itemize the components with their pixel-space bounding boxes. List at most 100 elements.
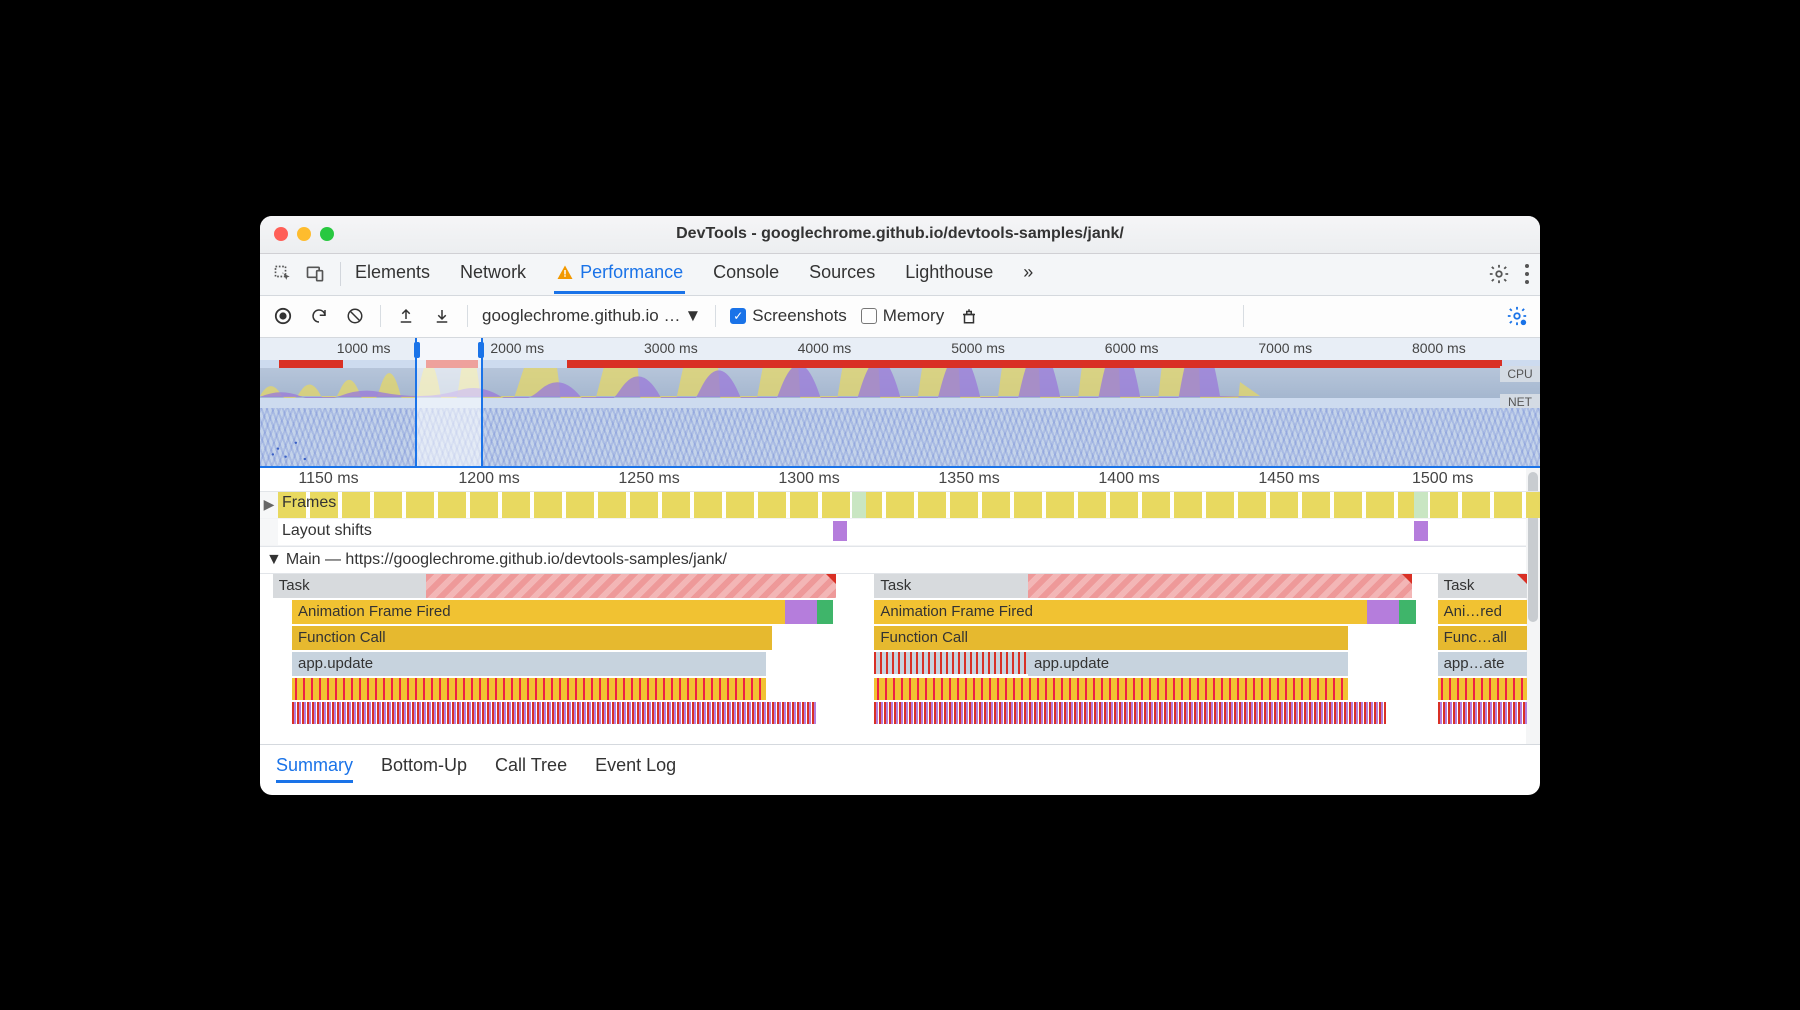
layout-shifts-track[interactable]: Layout shifts bbox=[260, 519, 1540, 546]
main-thread-flame[interactable]: Task Animation Frame Fired Function Call… bbox=[260, 574, 1540, 744]
detail-tick: 1200 ms bbox=[458, 470, 519, 488]
flame-layout[interactable] bbox=[1367, 600, 1399, 624]
details-tabs: Summary Bottom-Up Call Tree Event Log bbox=[260, 744, 1540, 795]
memory-label: Memory bbox=[883, 306, 944, 326]
long-task-warning-icon bbox=[1402, 574, 1412, 584]
screenshots-toggle[interactable]: ✓ Screenshots bbox=[730, 306, 847, 326]
reload-record-button[interactable] bbox=[308, 305, 330, 327]
flame-function-call[interactable]: Function Call bbox=[292, 626, 772, 650]
flame-animation-frame[interactable]: Animation Frame Fired bbox=[874, 600, 1367, 624]
overview-timeline[interactable]: 1000 ms 2000 ms 3000 ms 4000 ms 5000 ms … bbox=[260, 338, 1540, 468]
close-icon[interactable] bbox=[274, 227, 288, 241]
chevron-down-icon: ▼ bbox=[684, 306, 701, 326]
kebab-menu-icon[interactable] bbox=[1524, 263, 1530, 285]
detail-tick: 1300 ms bbox=[778, 470, 839, 488]
flame-task-long[interactable] bbox=[1028, 574, 1412, 598]
flame-app-update[interactable]: app…ate bbox=[1438, 652, 1528, 676]
detail-tick: 1400 ms bbox=[1098, 470, 1159, 488]
tab-event-log[interactable]: Event Log bbox=[595, 755, 676, 783]
checkbox-checked-icon[interactable]: ✓ bbox=[730, 308, 746, 324]
panel-tab-list: Elements Network Performance Console Sou… bbox=[353, 254, 1035, 294]
flame-microtasks[interactable] bbox=[292, 702, 817, 724]
tab-console[interactable]: Console bbox=[711, 254, 781, 294]
flame-microtasks[interactable] bbox=[1438, 702, 1528, 724]
overview-selection[interactable] bbox=[415, 338, 483, 466]
settings-icon[interactable] bbox=[1488, 263, 1510, 285]
detail-tick: 1150 ms bbox=[298, 470, 358, 488]
flame-microtasks[interactable] bbox=[1438, 678, 1528, 700]
flame-microtasks[interactable] bbox=[292, 678, 766, 700]
separator bbox=[467, 305, 468, 327]
inspect-element-icon[interactable] bbox=[270, 261, 296, 287]
flame-function-call[interactable]: Function Call bbox=[874, 626, 1348, 650]
record-button[interactable] bbox=[272, 305, 294, 327]
overview-tick: 2000 ms bbox=[490, 340, 544, 356]
tab-performance-label: Performance bbox=[580, 262, 683, 283]
flame-chart[interactable]: 1150 ms 1200 ms 1250 ms 1300 ms 1350 ms … bbox=[260, 468, 1540, 744]
selection-handle-left[interactable] bbox=[414, 342, 420, 358]
flame-app-update[interactable]: app.update bbox=[292, 652, 766, 676]
detail-tick: 1500 ms bbox=[1412, 470, 1473, 488]
overview-tick: 1000 ms bbox=[337, 340, 391, 356]
warning-icon bbox=[556, 264, 574, 282]
long-task-warning-icon bbox=[826, 574, 836, 584]
selection-handle-right[interactable] bbox=[478, 342, 484, 358]
flame-task[interactable]: Task bbox=[874, 574, 1028, 598]
flame-task-long[interactable] bbox=[426, 574, 836, 598]
screenshots-label: Screenshots bbox=[752, 306, 847, 326]
minimize-icon[interactable] bbox=[297, 227, 311, 241]
main-thread-label: Main — https://googlechrome.github.io/de… bbox=[286, 551, 727, 569]
frames-label: Frames bbox=[278, 494, 340, 512]
recording-selector[interactable]: googlechrome.github.io … ▼ bbox=[482, 306, 701, 326]
flame-layout[interactable] bbox=[785, 600, 817, 624]
clear-button[interactable] bbox=[344, 305, 366, 327]
overview-tick: 8000 ms bbox=[1412, 340, 1466, 356]
flame-microtasks[interactable] bbox=[874, 702, 1386, 724]
titlebar: DevTools - googlechrome.github.io/devtoo… bbox=[260, 216, 1540, 254]
flame-animation-frame[interactable]: Animation Frame Fired bbox=[292, 600, 785, 624]
performance-toolbar: googlechrome.github.io … ▼ ✓ Screenshots… bbox=[260, 296, 1540, 338]
zoom-icon[interactable] bbox=[320, 227, 334, 241]
flame-function-call[interactable]: Func…all bbox=[1438, 626, 1528, 650]
detail-tick: 1250 ms bbox=[618, 470, 679, 488]
separator bbox=[380, 305, 381, 327]
checkbox-icon[interactable] bbox=[861, 308, 877, 324]
tab-lighthouse[interactable]: Lighthouse bbox=[903, 254, 995, 294]
flame-app-update[interactable]: app.update bbox=[1028, 652, 1348, 676]
detail-tick: 1350 ms bbox=[938, 470, 999, 488]
flame-paint[interactable] bbox=[1399, 600, 1416, 624]
tab-sources[interactable]: Sources bbox=[807, 254, 877, 294]
flame-task[interactable]: Task bbox=[1438, 574, 1528, 598]
frames-track[interactable]: ▶ Frames bbox=[260, 492, 1540, 519]
memory-toggle[interactable]: Memory bbox=[861, 306, 944, 326]
flame-animation-frame[interactable]: Ani…red bbox=[1438, 600, 1528, 624]
tab-network[interactable]: Network bbox=[458, 254, 528, 294]
cpu-label: CPU bbox=[1500, 366, 1540, 382]
layout-shifts-label: Layout shifts bbox=[282, 522, 372, 540]
expand-icon[interactable]: ▶ bbox=[260, 492, 278, 518]
overview-tick: 7000 ms bbox=[1258, 340, 1312, 356]
device-toolbar-icon[interactable] bbox=[302, 261, 328, 287]
devtools-window: DevTools - googlechrome.github.io/devtoo… bbox=[260, 216, 1540, 795]
layout-shift-marker[interactable] bbox=[833, 521, 847, 541]
download-profile-button[interactable] bbox=[431, 305, 453, 327]
detail-ruler: 1150 ms 1200 ms 1250 ms 1300 ms 1350 ms … bbox=[260, 468, 1540, 492]
separator bbox=[715, 305, 716, 327]
tab-elements[interactable]: Elements bbox=[353, 254, 432, 294]
garbage-collect-button[interactable] bbox=[958, 305, 980, 327]
tab-bottom-up[interactable]: Bottom-Up bbox=[381, 755, 467, 783]
tab-summary[interactable]: Summary bbox=[276, 755, 353, 783]
flame-microtasks[interactable] bbox=[874, 678, 1348, 700]
flame-microtasks[interactable] bbox=[874, 652, 1028, 674]
upload-profile-button[interactable] bbox=[395, 305, 417, 327]
tab-performance[interactable]: Performance bbox=[554, 254, 685, 294]
panel-tabs: Elements Network Performance Console Sou… bbox=[260, 254, 1540, 296]
long-task-warning-icon bbox=[1517, 574, 1527, 584]
main-thread-header[interactable]: ▼ Main — https://googlechrome.github.io/… bbox=[260, 546, 1540, 574]
more-tabs-button[interactable]: » bbox=[1021, 254, 1035, 294]
layout-shift-marker[interactable] bbox=[1414, 521, 1428, 541]
capture-settings-icon[interactable] bbox=[1506, 305, 1528, 327]
tab-call-tree[interactable]: Call Tree bbox=[495, 755, 567, 783]
flame-task[interactable]: Task bbox=[273, 574, 427, 598]
flame-paint[interactable] bbox=[817, 600, 834, 624]
